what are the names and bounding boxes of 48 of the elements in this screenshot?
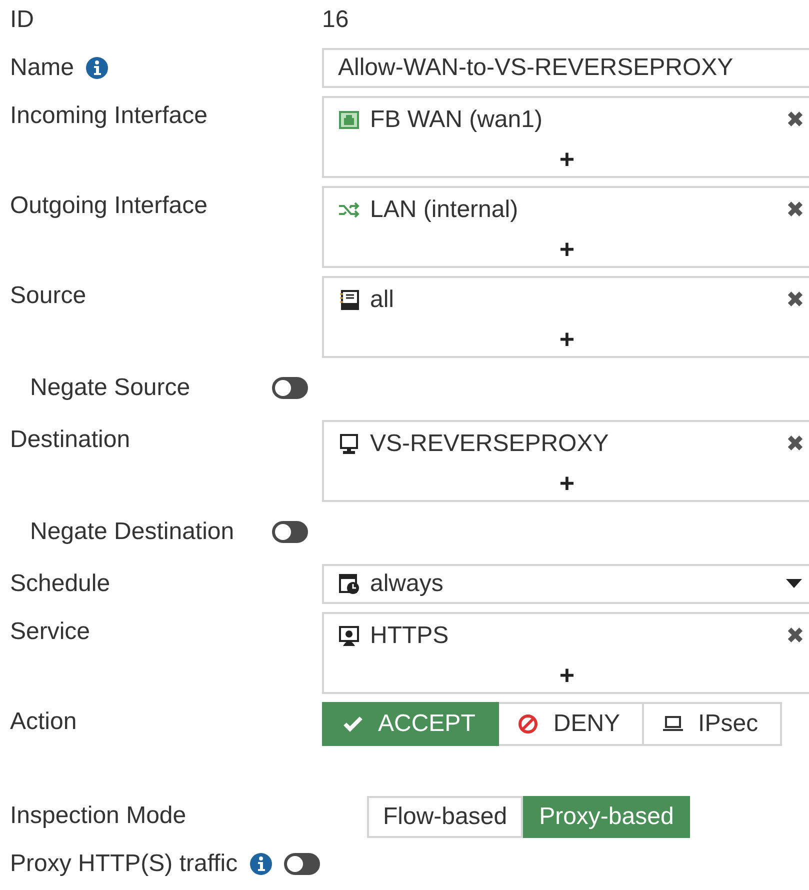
field-label: Inspection Mode (10, 802, 186, 830)
toggle-switch[interactable] (272, 377, 308, 399)
toggle-switch[interactable] (272, 521, 308, 543)
notebook-icon (338, 289, 360, 311)
remove-button[interactable]: ✖ (786, 623, 804, 649)
mode-button[interactable]: Proxy-based (523, 796, 690, 838)
field-label: Outgoing Interface (10, 192, 208, 220)
add-button[interactable]: + (559, 232, 575, 266)
info-icon[interactable] (250, 853, 272, 875)
action-button[interactable]: IPsec (644, 702, 782, 746)
add-button[interactable]: + (559, 322, 575, 356)
toggle-label: Negate Destination (30, 518, 236, 546)
action-button[interactable]: ACCEPT (322, 702, 500, 746)
entry-text: HTTPS (370, 622, 450, 650)
mode-button[interactable]: Flow-based (367, 796, 524, 838)
select-field[interactable]: always (322, 564, 809, 604)
remove-button[interactable]: ✖ (786, 197, 804, 223)
field-label: Schedule (10, 570, 110, 598)
remove-button[interactable]: ✖ (786, 431, 804, 457)
field-label: Incoming Interface (10, 102, 208, 130)
field-label: Destination (10, 426, 130, 454)
field-label: ID (10, 6, 34, 34)
field-value: 16 (322, 6, 349, 34)
entry-text: VS-REVERSEPROXY (370, 430, 610, 458)
add-button[interactable]: + (559, 142, 575, 176)
entry-text: FB WAN (wan1) (370, 106, 544, 134)
service-icon (338, 625, 360, 647)
caret-icon (786, 579, 802, 589)
remove-button[interactable]: ✖ (786, 107, 804, 133)
text-field[interactable]: Allow-WAN-to-VS-REVERSEPROXY (322, 48, 809, 88)
entry-text: all (370, 286, 396, 314)
action-button[interactable]: DENY (499, 702, 644, 746)
field-label: Action (10, 708, 77, 736)
info-icon[interactable] (86, 57, 108, 79)
toggle-label: Proxy HTTP(S) traffic (10, 850, 238, 878)
toggle-switch[interactable] (284, 853, 320, 875)
remove-button[interactable]: ✖ (786, 287, 804, 313)
monitor-icon (338, 433, 360, 455)
field-label: Service (10, 618, 90, 646)
calendar-icon (338, 573, 360, 595)
port-icon (338, 109, 360, 131)
add-button[interactable]: + (559, 658, 575, 692)
field-label: Name (10, 54, 74, 82)
add-button[interactable]: + (559, 466, 575, 500)
prohibited-icon (517, 713, 540, 735)
field-label: Source (10, 282, 86, 310)
entry-text: LAN (internal) (370, 196, 520, 224)
toggle-label: Negate Source (30, 374, 192, 402)
